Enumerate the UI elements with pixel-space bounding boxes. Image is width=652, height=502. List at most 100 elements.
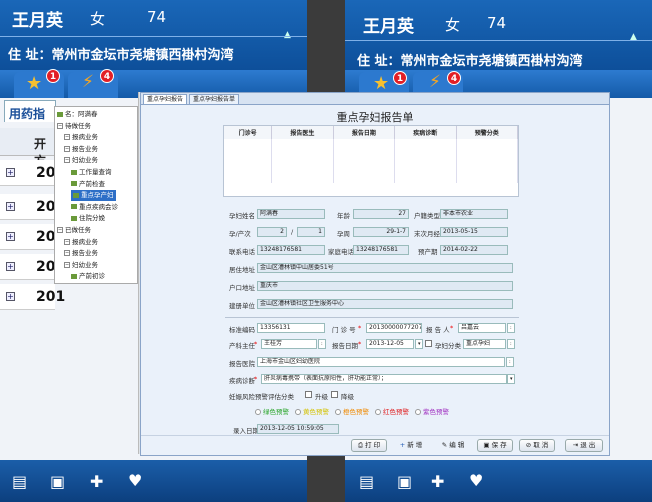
document-icon[interactable]: ▤	[12, 472, 27, 491]
collapse-icon[interactable]: −	[64, 157, 70, 164]
monitor-icon[interactable]: ▣	[397, 472, 412, 491]
table-row[interactable]: +201	[0, 284, 65, 310]
classify-field[interactable]: 重点孕妇	[463, 339, 506, 349]
cancel-button[interactable]: ⊘ 取 消	[519, 439, 555, 452]
upgrade-checkbox-icon[interactable]	[305, 391, 312, 398]
print-button[interactable]: ⎙ 打 印	[351, 439, 387, 452]
expand-icon[interactable]: +	[6, 168, 15, 177]
tab-report[interactable]: 重点孕妇报告	[143, 94, 188, 105]
tree-item[interactable]: − 已做任务	[57, 225, 91, 236]
gravida-field[interactable]: 2	[257, 227, 287, 237]
heart-pulse-icon[interactable]: ♥	[128, 471, 142, 490]
risk-option[interactable]: 红色预警	[375, 406, 409, 416]
label-phone: 联系电话	[229, 248, 255, 256]
household-field[interactable]: 非本市农业	[440, 209, 508, 219]
tree-item[interactable]: 名：阿满春	[57, 109, 98, 120]
table-row[interactable]: +201	[0, 254, 65, 280]
table-row[interactable]: +201	[0, 160, 65, 186]
reporter-spinner-icon[interactable]: :	[507, 323, 515, 333]
document-icon[interactable]: ▤	[359, 472, 374, 491]
tree-item[interactable]: 重点疾病会诊	[71, 202, 118, 213]
tree-item[interactable]: − 报病业务	[64, 132, 98, 143]
risk-option[interactable]: 绿色预警	[255, 406, 289, 416]
report-date-field[interactable]: 2013-12-05	[366, 339, 414, 349]
expand-icon[interactable]: +	[6, 202, 15, 211]
tab-report-form[interactable]: 重点孕妇报告单	[189, 94, 240, 105]
tree-item[interactable]: − 报告业务	[64, 144, 98, 155]
risk-option[interactable]: 黄色预警	[295, 406, 329, 416]
hukou-field[interactable]: 重庆市	[257, 281, 513, 291]
home-phone-field[interactable]: 13248176581	[353, 245, 409, 255]
label-gestation: 孕周	[337, 230, 350, 238]
code-field[interactable]: 13356131	[257, 323, 325, 333]
medication-tab[interactable]: 用药指	[4, 100, 56, 122]
tree-item[interactable]: − 妇幼业务	[64, 155, 98, 166]
flash-badge: 4	[100, 69, 114, 83]
para-field[interactable]: 1	[297, 227, 325, 237]
unit-field[interactable]: 金山区漕林镇社区卫生服务中心	[257, 299, 513, 309]
expand-icon[interactable]: +	[6, 292, 15, 301]
folder-icon	[71, 169, 77, 175]
lmp-field[interactable]: 2013-05-15	[440, 227, 508, 237]
collapse-icon[interactable]: −	[64, 145, 70, 152]
tree-item[interactable]: 住院分娩	[71, 213, 105, 224]
name-field[interactable]: 阿满春	[257, 209, 325, 219]
diagnosis-dropdown-icon[interactable]: ▾	[507, 374, 515, 384]
diagnosis-field[interactable]: 肝炎病毒携带（表面抗原阳性，肝功能正常）；	[261, 374, 507, 384]
tree-item[interactable]: 重点孕产妇	[71, 190, 116, 202]
reporter-field[interactable]: 吕嘉云	[458, 323, 506, 333]
table-row[interactable]: +201	[0, 224, 65, 250]
gestation-field[interactable]: 29-1-7	[353, 227, 409, 237]
date-picker-icon[interactable]: ▾	[415, 339, 423, 349]
phone-field[interactable]: 13248176581	[257, 245, 325, 255]
header-arrow-icon[interactable]: ▲	[284, 30, 291, 40]
entry-date-field[interactable]: 2013-12-05 10:59:05	[257, 424, 339, 434]
save-label: 保 存	[491, 441, 507, 449]
monitor-icon[interactable]: ▣	[50, 472, 65, 491]
row-year: 201	[36, 289, 66, 305]
residence-field[interactable]: 金山区漕林镇中山居委51号	[257, 263, 513, 273]
collapse-icon[interactable]: −	[64, 134, 70, 141]
tree-item[interactable]: − 报病业务	[64, 237, 98, 248]
director-field[interactable]: 王桂芳	[261, 339, 317, 349]
tree-item[interactable]: − 报告业务	[64, 248, 98, 259]
tree-item[interactable]: 产前检查	[71, 179, 105, 190]
edit-button[interactable]: ✎ 编 辑	[435, 439, 471, 452]
save-button[interactable]: ▣ 保 存	[477, 439, 513, 452]
edd-field[interactable]: 2014-02-22	[440, 245, 508, 255]
tree-item[interactable]: 产前初诊	[71, 271, 105, 282]
collapse-icon[interactable]: −	[64, 250, 70, 257]
tree-item[interactable]: 工作量查询	[71, 167, 112, 178]
flash-tab[interactable]: ⚡ 4	[68, 69, 118, 98]
outpatient-field[interactable]: 20130000077207	[366, 323, 422, 333]
tree-item[interactable]: − 妇幼业务	[64, 260, 98, 271]
table-row[interactable]: +201	[0, 194, 65, 220]
downgrade-checkbox-icon[interactable]	[331, 391, 338, 398]
director-spinner-icon[interactable]: :	[318, 339, 326, 349]
button-divider	[141, 435, 609, 436]
flash-badge: 4	[447, 71, 461, 85]
classify-spinner-icon[interactable]: :	[507, 339, 515, 349]
risk-option[interactable]: 紫色预警	[415, 406, 449, 416]
collapse-icon[interactable]: −	[64, 261, 70, 268]
hospital-spinner-icon[interactable]: :	[506, 357, 514, 367]
history-table: 门诊号 报告医生 报告日期 疾病诊断 预警分类	[223, 125, 519, 197]
heart-pulse-icon[interactable]: ♥	[469, 471, 483, 490]
expand-icon[interactable]: +	[6, 232, 15, 241]
collapse-icon[interactable]: −	[57, 227, 63, 233]
tree-item[interactable]: − 待做任务	[57, 121, 91, 132]
risk-option[interactable]: 橙色预警	[335, 406, 369, 416]
medical-kit-icon[interactable]: ✚	[90, 472, 103, 491]
collapse-icon[interactable]: −	[64, 238, 70, 245]
radio-icon	[335, 409, 341, 415]
age-field[interactable]: 27	[353, 209, 409, 219]
expand-icon[interactable]: +	[6, 262, 15, 271]
add-button[interactable]: + 新 增	[393, 439, 429, 452]
risk-option-label: 黄色预警	[303, 408, 329, 416]
hospital-field[interactable]: 上海市金山区妇幼医院	[257, 357, 505, 367]
exit-button[interactable]: ⇥ 退 出	[565, 439, 603, 452]
star-tab[interactable]: ★ 1	[14, 69, 64, 98]
classify-checkbox-icon[interactable]	[425, 340, 432, 347]
medical-kit-icon[interactable]: ✚	[431, 472, 444, 491]
collapse-icon[interactable]: −	[57, 122, 63, 129]
